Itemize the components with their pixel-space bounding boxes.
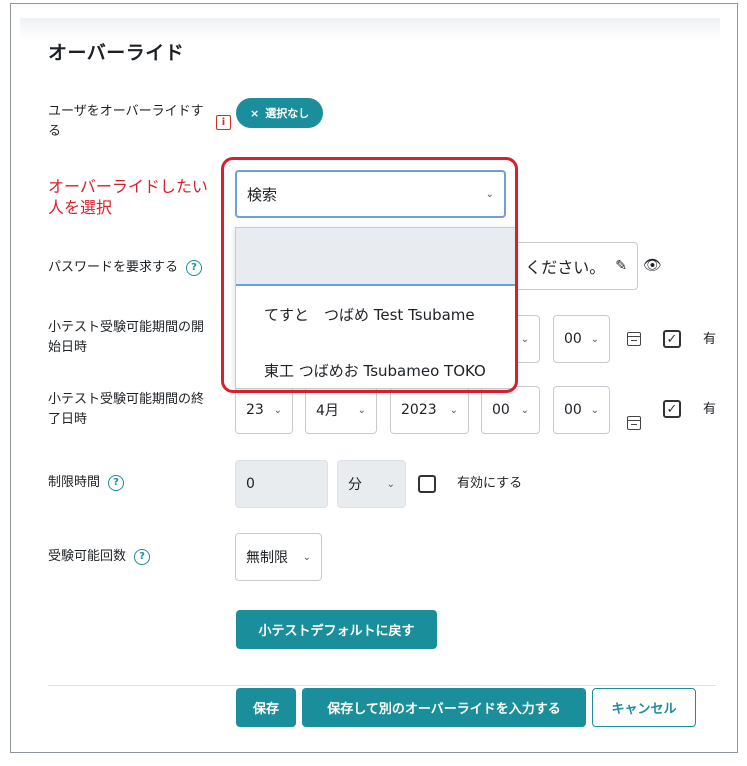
chevron-down-icon: ⌄ [273, 404, 282, 416]
chevron-down-icon: ⌄ [449, 404, 458, 416]
chevron-down-icon: ⌄ [590, 404, 599, 416]
chevron-down-icon: ⌄ [302, 551, 311, 563]
open-minute-select[interactable]: 00 ⌄ [553, 315, 610, 363]
cancel-button[interactable]: キャンセル [592, 688, 696, 727]
close-month-value: 4月 [316, 403, 339, 419]
close-day-select[interactable]: 23 ⌄ [235, 386, 293, 434]
close-minute-select[interactable]: 00 ⌄ [553, 386, 610, 434]
close-hour-select[interactable]: 00 ⌄ [481, 386, 540, 434]
open-enable-checkbox[interactable]: ✓ [663, 330, 681, 348]
chevron-down-icon: ⌄ [590, 333, 599, 345]
calendar-icon[interactable] [627, 332, 641, 346]
close-day-value: 23 [246, 402, 264, 418]
annotation-text: オーバーライドしたい 人を選択 [48, 176, 208, 218]
save-button[interactable]: 保存 [236, 688, 296, 727]
revert-defaults-button[interactable]: 小テストデフォルトに戻す [236, 610, 437, 649]
annotation-line1: オーバーライドしたい [48, 177, 208, 196]
pill-label: 選択なし [265, 107, 310, 120]
chevron-down-icon: ⌄ [520, 333, 529, 345]
divider [48, 685, 716, 686]
attempts-value: 無制限 [246, 550, 288, 566]
user-override-label: ユーザをオーバーライドする [48, 104, 204, 139]
password-label-text: パスワードを要求する [48, 260, 179, 275]
page-title: オーバーライド [48, 42, 185, 64]
help-icon[interactable]: ? [134, 548, 151, 565]
selected-user-pill[interactable]: × 選択なし [236, 98, 324, 128]
close-hour-value: 00 [492, 402, 510, 418]
password-text: ください。 [525, 258, 606, 277]
calendar-icon[interactable] [627, 416, 641, 430]
remove-icon[interactable]: × [250, 107, 259, 120]
close-enable-checkbox[interactable]: ✓ [663, 400, 681, 418]
time-unit-value: 分 [348, 477, 362, 493]
help-icon[interactable]: ? [186, 259, 203, 276]
pencil-icon[interactable]: ✎ [615, 258, 627, 274]
open-date-label-line1: 小テスト受験可能期間の開 [48, 320, 205, 335]
open-date-label: 小テスト受験可能期間の開 始日時 [48, 318, 204, 358]
open-enable-label: 有 [703, 332, 717, 347]
attempts-label-text: 受験可能回数 [48, 549, 127, 564]
close-month-select[interactable]: 4月 ⌄ [305, 386, 377, 434]
info-icon: i [216, 115, 231, 130]
time-limit-value: 0 [246, 476, 255, 492]
time-unit-select[interactable]: 分 ⌄ [337, 460, 406, 508]
close-date-label-line1: 小テスト受験可能期間の終 [48, 392, 205, 407]
header-strip [20, 18, 720, 40]
close-year-value: 2023 [401, 402, 437, 418]
annotation-line2: 人を選択 [48, 198, 113, 217]
save-and-add-another-button[interactable]: 保存して別のオーバーライドを入力する [302, 688, 586, 727]
password-label: パスワードを要求する? [48, 258, 203, 278]
help-icon[interactable]: ? [108, 474, 125, 491]
time-limit-enable-label: 有効にする [457, 476, 523, 491]
eye-icon[interactable]: 👁 [643, 256, 662, 274]
time-limit-input[interactable]: 0 [235, 460, 328, 508]
close-enable-label: 有 [703, 402, 717, 417]
close-date-label: 小テスト受験可能期間の終 了日時 [48, 390, 204, 430]
close-minute-value: 00 [564, 402, 582, 418]
time-limit-enable-checkbox[interactable] [418, 475, 436, 493]
time-limit-label-text: 制限時間 [48, 475, 101, 490]
chevron-down-icon: ⌄ [520, 404, 529, 416]
chevron-down-icon: ⌄ [357, 404, 366, 416]
open-date-label-line2: 始日時 [48, 340, 88, 355]
time-limit-label: 制限時間? [48, 473, 125, 493]
close-year-select[interactable]: 2023 ⌄ [390, 386, 469, 434]
close-date-label-line2: 了日時 [48, 412, 88, 427]
annotation-highlight-box [221, 157, 518, 393]
attempts-label: 受験可能回数? [48, 547, 151, 567]
attempts-select[interactable]: 無制限 ⌄ [235, 533, 322, 581]
chevron-down-icon: ⌄ [386, 478, 395, 490]
open-minute-value: 00 [564, 331, 582, 347]
